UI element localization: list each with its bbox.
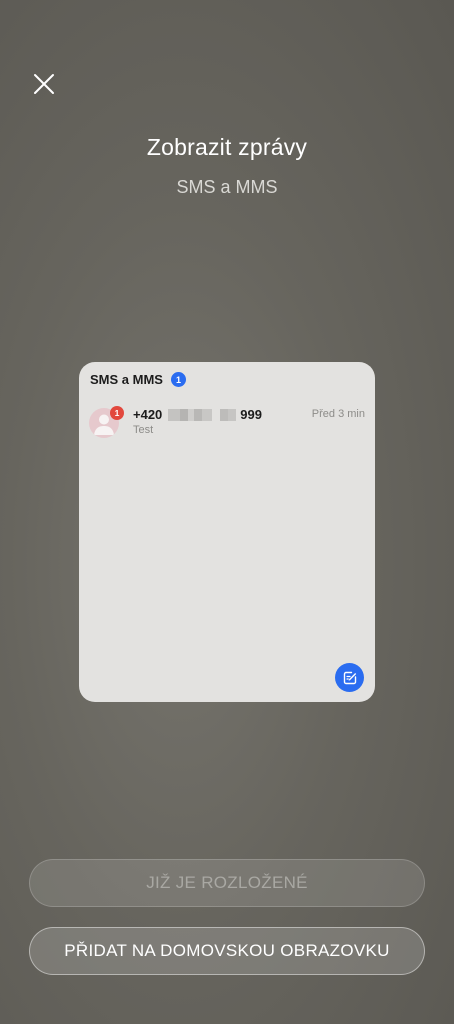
message-time: Před 3 min bbox=[311, 408, 365, 420]
message-preview: Test bbox=[133, 424, 154, 436]
close-icon bbox=[34, 74, 54, 94]
sender-suffix: 999 bbox=[240, 407, 262, 422]
redacted-number bbox=[168, 408, 237, 421]
messages-widget-preview: SMS a MMS 1 1 +420 999 Test Před 3 min bbox=[79, 362, 375, 702]
widget-title: SMS a MMS bbox=[90, 372, 163, 387]
message-list-item[interactable]: 1 +420 999 Test Před 3 min bbox=[89, 406, 365, 438]
already-added-button: JIŽ JE ROZLOŽENÉ bbox=[29, 859, 425, 907]
compose-button[interactable] bbox=[335, 663, 364, 692]
add-to-home-screen-button[interactable]: PŘIDAT NA DOMOVSKOU OBRAZOVKU bbox=[29, 927, 425, 975]
message-unread-badge: 1 bbox=[110, 406, 124, 420]
page-subtitle: SMS a MMS bbox=[176, 177, 278, 197]
compose-icon bbox=[343, 671, 356, 684]
sender-prefix: +420 bbox=[133, 407, 163, 422]
page-title: Zobrazit zprávy bbox=[146, 134, 308, 160]
widget-header: SMS a MMS 1 bbox=[90, 372, 186, 387]
close-button[interactable] bbox=[30, 70, 58, 98]
message-sender: +420 999 bbox=[133, 407, 262, 422]
unread-count-badge: 1 bbox=[170, 372, 186, 387]
